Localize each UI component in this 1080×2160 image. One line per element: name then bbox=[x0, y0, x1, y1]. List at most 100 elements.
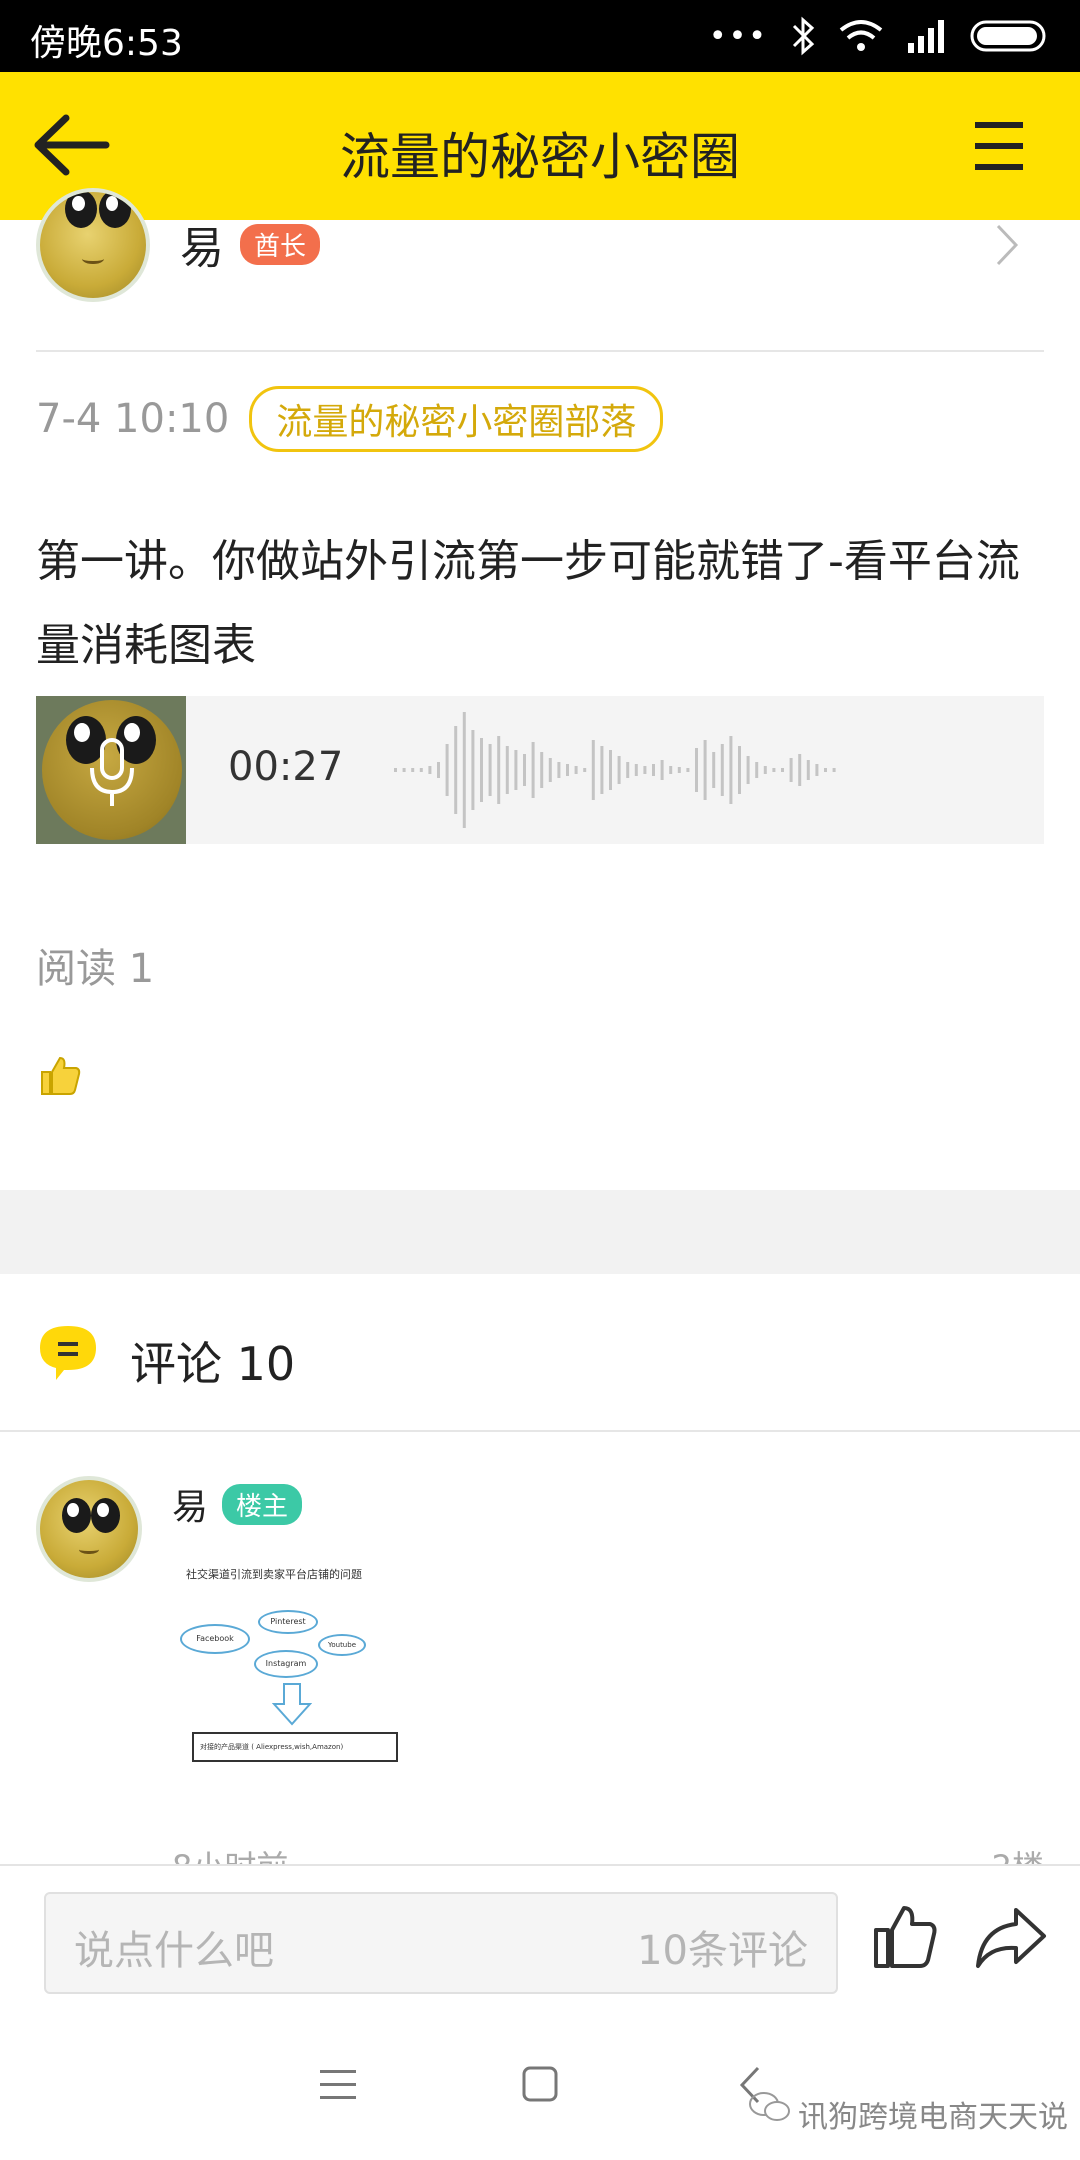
waveform-bar bbox=[729, 736, 733, 804]
signal-icon bbox=[908, 20, 944, 53]
waveform-bar bbox=[660, 760, 664, 780]
waveform-bar bbox=[669, 766, 673, 774]
node-facebook: Facebook bbox=[180, 1624, 250, 1654]
comments-header: 评论 10 bbox=[130, 1337, 296, 1391]
status-icons: ••• bbox=[709, 14, 1050, 58]
share-icon[interactable] bbox=[974, 1906, 1048, 1970]
waveform-bar bbox=[712, 752, 716, 788]
thumbs-up-icon[interactable] bbox=[870, 1902, 940, 1972]
voice-message[interactable]: 00:27 bbox=[36, 696, 1044, 844]
status-bar: 傍晚6:53 ••• bbox=[0, 0, 1080, 72]
waveform-bar bbox=[574, 766, 578, 774]
image-caption: 社交渠道引流到卖家平台店铺的问题 bbox=[186, 1568, 362, 1581]
waveform-bar bbox=[746, 756, 750, 784]
page-title: 流量的秘密小密圈 bbox=[340, 128, 740, 186]
commenter-avatar[interactable] bbox=[36, 1476, 142, 1582]
waveform-bar bbox=[609, 750, 612, 790]
waveform-bar bbox=[798, 754, 802, 786]
author-info[interactable]: 易 酋长 bbox=[180, 214, 321, 274]
app-header: 流量的秘密小密圈 bbox=[0, 72, 1080, 220]
author-role-badge: 酋长 bbox=[240, 223, 321, 265]
waveform-bar bbox=[480, 738, 483, 802]
recent-apps-icon[interactable] bbox=[320, 2068, 356, 2102]
more-dots-icon: ••• bbox=[708, 18, 768, 54]
waveform-bar bbox=[634, 764, 638, 776]
waveform-bar bbox=[411, 768, 415, 772]
waveform-bar bbox=[703, 740, 707, 800]
waveform-bar bbox=[523, 754, 526, 786]
waveform-bar bbox=[652, 764, 655, 776]
waveform-bar bbox=[514, 750, 518, 790]
waveform-bar bbox=[591, 740, 595, 800]
system-nav-bar: 讯狗跨境电商天天说 bbox=[0, 2016, 1080, 2160]
wifi-icon bbox=[839, 20, 883, 51]
waveform-bar bbox=[531, 742, 535, 798]
waveform-bar bbox=[583, 768, 587, 772]
waveform-bar bbox=[462, 712, 466, 828]
menu-icon[interactable] bbox=[970, 116, 1030, 176]
commenter-name: 易 bbox=[172, 1487, 209, 1528]
waveform-bar bbox=[626, 762, 630, 778]
waveform-bar bbox=[394, 768, 397, 772]
comments-divider bbox=[0, 1430, 1080, 1432]
waveform-bar bbox=[402, 768, 406, 772]
channel-box: 对接的产品渠道 ( Aliexpress,wish,Amazon) bbox=[192, 1732, 398, 1762]
waveform-bar bbox=[566, 764, 569, 776]
author-divider bbox=[36, 350, 1044, 352]
down-arrow-icon bbox=[272, 1683, 312, 1726]
waveform-bar bbox=[781, 768, 784, 772]
waveform-bar bbox=[600, 746, 604, 794]
section-separator bbox=[0, 1190, 1080, 1274]
watermark-text: 讯狗跨境电商天天说 bbox=[798, 2100, 1068, 2135]
waveform-bar bbox=[428, 766, 432, 774]
battery-icon bbox=[970, 20, 1046, 52]
waveform-bar bbox=[505, 746, 509, 794]
waveform-bar bbox=[686, 768, 690, 772]
author-name: 易 bbox=[180, 223, 224, 274]
node-pinterest: Pinterest bbox=[258, 1610, 318, 1634]
waveform-bar bbox=[643, 766, 647, 774]
comment-input[interactable]: 说点什么吧 10条评论 bbox=[44, 1892, 838, 1994]
circle-tag[interactable]: 流量的秘密小密圈部落 bbox=[249, 386, 664, 452]
waveform-bar bbox=[548, 758, 552, 782]
waveform-bar bbox=[419, 768, 423, 772]
waveform-bar bbox=[772, 768, 776, 772]
waveform-bar bbox=[677, 767, 681, 773]
home-icon[interactable] bbox=[522, 2066, 558, 2102]
node-instagram: Instagram bbox=[254, 1650, 318, 1678]
comment-icon bbox=[40, 1326, 96, 1380]
comment-input-placeholder: 说点什么吧 bbox=[74, 1928, 274, 1974]
waveform-bar bbox=[497, 736, 501, 804]
waveform-bar bbox=[824, 768, 827, 772]
waveform-bar bbox=[789, 758, 793, 782]
waveform-bar bbox=[806, 760, 810, 780]
chevron-right-icon[interactable] bbox=[994, 222, 1020, 268]
comment-image[interactable]: 社交渠道引流到卖家平台店铺的问题 Facebook Pinterest Yout… bbox=[172, 1556, 422, 1776]
commenter-info: 易 楼主 bbox=[172, 1478, 303, 1530]
waveform-bar bbox=[557, 762, 561, 778]
post-time: 7-4 10:10 bbox=[36, 396, 230, 442]
op-badge: 楼主 bbox=[222, 1483, 303, 1525]
waveform-bar bbox=[755, 762, 759, 778]
waveform-bar bbox=[454, 726, 458, 814]
post-meta: 7-4 10:10 流量的秘密小密圈部落 bbox=[36, 386, 664, 452]
waveform-bar bbox=[617, 756, 621, 784]
waveform-bar bbox=[540, 752, 544, 788]
waveform-bar bbox=[832, 768, 836, 772]
like-icon[interactable] bbox=[38, 1054, 82, 1098]
author-avatar[interactable] bbox=[36, 188, 150, 302]
waveform-bar bbox=[471, 730, 475, 810]
status-time: 傍晚6:53 bbox=[30, 23, 183, 64]
read-count: 阅读 1 bbox=[36, 946, 155, 992]
comment-count-label: 10条评论 bbox=[637, 1928, 808, 1974]
waveform-bar bbox=[488, 744, 492, 796]
waveform-bar bbox=[720, 744, 724, 796]
bluetooth-icon bbox=[792, 16, 815, 56]
wechat-icon bbox=[749, 2092, 790, 2121]
microphone-icon bbox=[90, 738, 134, 806]
waveform-bar bbox=[437, 762, 440, 778]
waveform-bar bbox=[738, 746, 741, 794]
waveform-bar bbox=[763, 766, 767, 774]
voice-waveform bbox=[394, 712, 836, 828]
waveform-bar bbox=[695, 748, 698, 792]
